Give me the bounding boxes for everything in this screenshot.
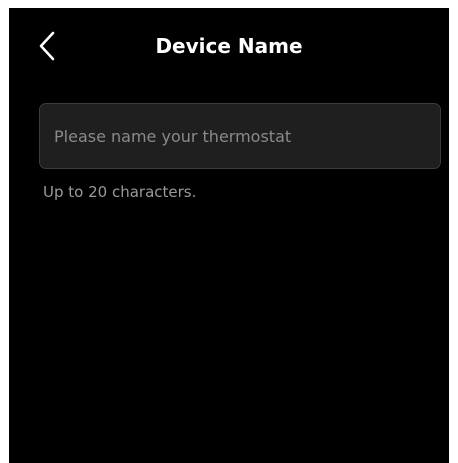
header: Device Name xyxy=(9,8,449,82)
device-name-input[interactable] xyxy=(54,104,424,168)
device-name-field[interactable] xyxy=(39,103,441,169)
device-name-screen: Device Name Up to 20 characters. xyxy=(9,8,449,463)
page-title: Device Name xyxy=(155,34,303,58)
character-limit-hint: Up to 20 characters. xyxy=(43,183,197,201)
